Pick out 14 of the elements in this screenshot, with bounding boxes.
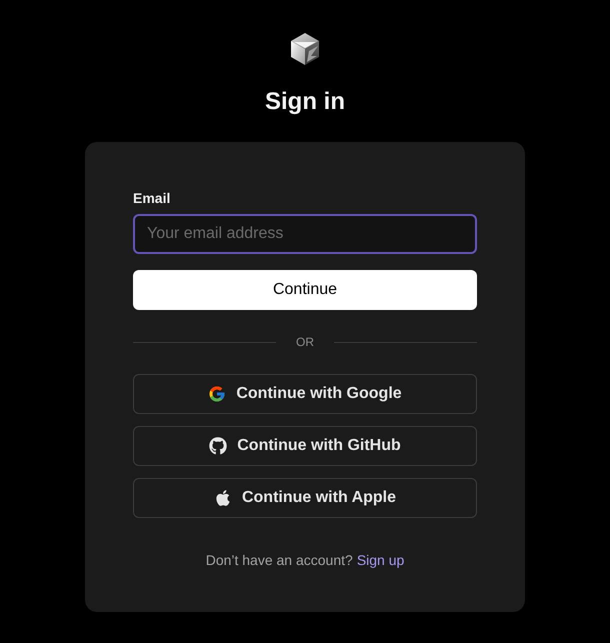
page-title: Sign in [265,87,345,117]
apple-logo-icon [214,489,232,507]
social-sign-in-button[interactable]: Continue with Apple [133,478,477,518]
github-logo-icon [209,437,228,455]
footer-text: Don’t have an account? [206,551,353,570]
divider-label: OR [295,334,315,350]
email-input-field[interactable]: Your email address [133,214,477,254]
social-sign-in-button[interactable]: Continue with GitHub [133,426,477,466]
continue-button[interactable]: Continue [133,270,477,310]
google-logo-icon [208,385,226,403]
email-label: Email [133,189,170,208]
cube-logo-icon [289,32,321,66]
sign-up-link[interactable]: Sign up [356,550,404,570]
social-sign-in-button[interactable]: Continue with Google [133,374,477,414]
